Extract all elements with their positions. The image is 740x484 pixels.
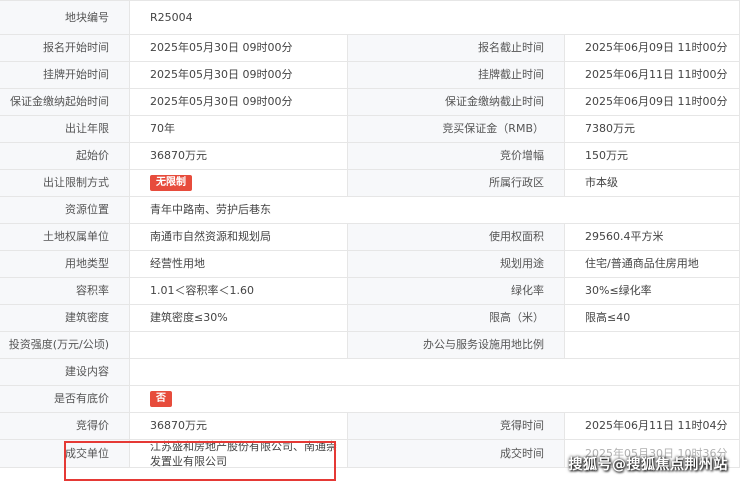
status-badge: 否: [150, 391, 172, 407]
value-investment-intensity: [130, 332, 348, 359]
value-winning-unit: 江苏盛和房地产股份有限公司、南通崇发置业有限公司: [130, 440, 348, 468]
label-location: 资源位置: [0, 197, 130, 224]
label-district: 所属行政区: [348, 170, 565, 197]
value-plot-ratio: 1.01＜容积率＜1.60: [130, 278, 348, 305]
value-bid-increment: 150万元: [565, 143, 740, 170]
value-bid-deposit: 7380万元: [565, 116, 740, 143]
label-starting-price: 起始价: [0, 143, 130, 170]
value-winning-price: 36870万元: [130, 413, 348, 440]
value-use-area: 29560.4平方米: [565, 224, 740, 251]
value-restriction-method: 无限制: [130, 170, 348, 197]
label-listing-start: 挂牌开始时间: [0, 62, 130, 89]
label-listing-end: 挂牌截止时间: [348, 62, 565, 89]
label-land-type: 用地类型: [0, 251, 130, 278]
label-deposit-start: 保证金缴纳起始时间: [0, 89, 130, 116]
label-planned-use: 规划用途: [348, 251, 565, 278]
label-winning-price: 竞得价: [0, 413, 130, 440]
label-deal-time: 成交时间: [348, 440, 565, 468]
value-starting-price: 36870万元: [130, 143, 348, 170]
land-parcel-info-table: 地块编号 R25004 报名开始时间 2025年05月30日 09时00分 报名…: [0, 0, 740, 484]
value-transfer-term: 70年: [130, 116, 348, 143]
label-bid-increment: 竞价增幅: [348, 143, 565, 170]
value-reserve-price: 否: [130, 386, 740, 413]
label-bid-deposit: 竞买保证金（RMB）: [348, 116, 565, 143]
label-building-density: 建筑密度: [0, 305, 130, 332]
value-registration-start: 2025年05月30日 09时00分: [130, 35, 348, 62]
label-green-ratio: 绿化率: [348, 278, 565, 305]
label-height-limit: 限高（米）: [348, 305, 565, 332]
label-deposit-end: 保证金缴纳截止时间: [348, 89, 565, 116]
status-badge: 无限制: [150, 175, 192, 191]
label-investment-intensity: 投资强度(万元/公顷): [0, 332, 130, 359]
value-parcel-number: R25004: [130, 1, 740, 35]
value-listing-start: 2025年05月30日 09时00分: [130, 62, 348, 89]
label-winning-time: 竞得时间: [348, 413, 565, 440]
value-registration-end: 2025年06月09日 11时00分: [565, 35, 740, 62]
label-winning-unit: 成交单位: [0, 440, 130, 468]
value-office-ratio: [565, 332, 740, 359]
value-deposit-start: 2025年05月30日 09时00分: [130, 89, 348, 116]
label-transfer-term: 出让年限: [0, 116, 130, 143]
value-height-limit: 限高≤40: [565, 305, 740, 332]
label-restriction-method: 出让限制方式: [0, 170, 130, 197]
value-land-type: 经营性用地: [130, 251, 348, 278]
label-parcel-number: 地块编号: [0, 1, 130, 35]
watermark: 搜狐号@搜狐焦点荆州站: [568, 457, 728, 473]
label-registration-start: 报名开始时间: [0, 35, 130, 62]
value-listing-end: 2025年06月11日 11时00分: [565, 62, 740, 89]
value-green-ratio: 30%≤绿化率: [565, 278, 740, 305]
value-land-owner: 南通市自然资源和规划局: [130, 224, 348, 251]
value-deposit-end: 2025年06月09日 11时00分: [565, 89, 740, 116]
label-office-ratio: 办公与服务设施用地比例: [348, 332, 565, 359]
label-reserve-price: 是否有底价: [0, 386, 130, 413]
label-use-area: 使用权面积: [348, 224, 565, 251]
value-building-density: 建筑密度≤30%: [130, 305, 348, 332]
value-winning-time: 2025年06月11日 11时04分: [565, 413, 740, 440]
value-planned-use: 住宅/普通商品住房用地: [565, 251, 740, 278]
value-district: 市本级: [565, 170, 740, 197]
label-land-owner: 土地权属单位: [0, 224, 130, 251]
label-registration-end: 报名截止时间: [348, 35, 565, 62]
value-construction-content: [130, 359, 740, 386]
label-construction-content: 建设内容: [0, 359, 130, 386]
value-location: 青年中路南、劳护后巷东: [130, 197, 740, 224]
label-plot-ratio: 容积率: [0, 278, 130, 305]
